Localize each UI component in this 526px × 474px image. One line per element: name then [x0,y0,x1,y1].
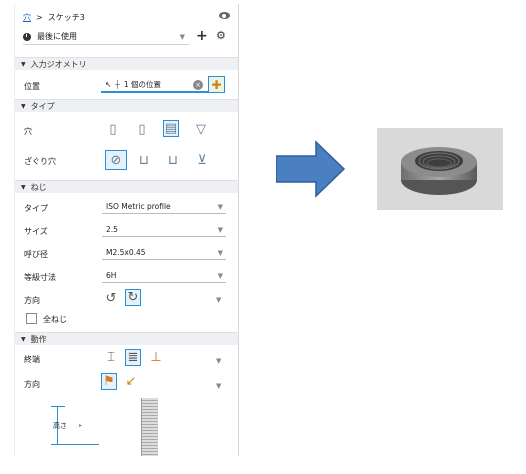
through-all-termination-icon[interactable]: ≣ [125,349,141,366]
designation-dropdown[interactable]: M2.5x0.45 ▼ [102,246,226,260]
chevron-down-icon: ▼ [217,202,223,211]
hole-preview: 高さ ▸ [39,398,158,456]
chevron-down-icon[interactable]: ▼ [216,382,221,390]
collapse-triangle-icon: ▼ [21,183,26,191]
seat-type-label: ざぐり穴 [24,157,56,166]
arrow-right-icon [276,140,346,198]
dimension-tick-bottom [51,444,99,445]
counterbore-icon[interactable]: ⊔ [136,152,152,169]
breadcrumb-separator: > [36,12,43,22]
height-label: 高さ [53,422,67,430]
section-type[interactable]: ▼ タイプ [15,99,238,112]
section-thread[interactable]: ▼ ねじ [15,180,238,193]
thread-type-value: ISO Metric profile [106,202,171,211]
termination-label: 終端 [24,355,40,364]
designation-label: 呼び径 [24,250,48,259]
taper-tapped-hole-icon[interactable]: ▽ [193,121,209,138]
breadcrumb: 穴 > スケッチ3 [23,11,85,23]
collapse-triangle-icon: ▼ [21,60,26,68]
chevron-down-icon[interactable]: ▼ [216,296,221,304]
hole-dialog-panel: 穴 > スケッチ3 最後に使用 ▼ + ⚙ ▼ 入力ジオメトリ 位置 ↖ ┼ 1… [14,4,239,456]
clock-icon [23,32,31,41]
class-value: 6H [106,271,117,280]
dimension-tick-top [51,406,65,407]
breadcrumb-hole-link[interactable]: 穴 [23,12,31,23]
clearance-hole-icon[interactable]: ▯ [134,121,150,138]
chevron-down-icon: ▼ [179,32,185,41]
cursor-icon: ↖ [105,80,112,89]
section-thread-title: ねじ [30,182,47,192]
position-label: 位置 [24,82,40,91]
thread-type-label: タイプ [24,204,48,213]
chevron-down-icon: ▼ [217,271,223,280]
gear-icon[interactable]: ⚙ [216,29,226,42]
right-hand-thread-icon[interactable]: ↻ [125,289,141,306]
section-behavior[interactable]: ▼ 動作 [15,332,238,345]
section-input-geometry[interactable]: ▼ 入力ジオメトリ [15,57,238,70]
tapped-hole-result-thumbnail [377,128,503,210]
full-thread-label: 全ねじ [43,315,67,324]
chevron-down-icon[interactable]: ▼ [216,357,221,365]
preset-label: 最後に使用 [37,32,77,41]
no-seat-icon[interactable]: ⊘ [105,150,127,170]
collapse-triangle-icon: ▼ [21,102,26,110]
clear-selection-icon[interactable]: × [193,80,203,90]
expand-arrow-icon[interactable]: ▸ [79,422,82,429]
breadcrumb-current: スケッチ3 [47,12,85,22]
chevron-down-icon: ▼ [217,248,223,257]
thread-size-dropdown[interactable]: 2.5 ▼ [102,223,226,237]
class-label: 等級寸法 [24,273,56,282]
crosshair-icon: ┼ [115,80,120,89]
thread-size-value: 2.5 [106,225,118,234]
section-behavior-title: 動作 [30,334,47,344]
to-face-termination-icon[interactable]: ⊥ [148,349,164,366]
left-hand-thread-icon[interactable]: ↺ [103,290,119,307]
flip-direction-icon[interactable]: ↙ [123,373,139,390]
chevron-down-icon: ▼ [217,225,223,234]
position-value: 1 個の位置 [123,80,161,89]
preset-dropdown[interactable]: 最後に使用 ▼ [23,29,189,45]
section-input-geometry-title: 入力ジオメトリ [30,59,87,69]
default-direction-icon[interactable]: ⚑ [101,373,117,390]
hole-type-label: 穴 [24,127,32,136]
class-dropdown[interactable]: 6H ▼ [102,269,226,283]
thread-size-label: サイズ [24,227,48,236]
collapse-triangle-icon: ▼ [21,335,26,343]
tapped-hole-icon[interactable]: ▤ [163,120,179,137]
designation-value: M2.5x0.45 [106,248,146,257]
distance-termination-icon[interactable]: ⌶ [103,349,119,366]
thread-graphic [141,398,158,456]
countersink-icon[interactable]: ⊻ [194,152,210,169]
position-selector[interactable]: ↖ ┼ 1 個の位置 [101,78,208,93]
spotface-icon[interactable]: ⊔ [165,152,181,169]
section-type-title: タイプ [30,101,55,111]
behavior-direction-label: 方向 [24,380,40,389]
thread-direction-label: 方向 [24,296,40,305]
add-preset-button[interactable]: + [196,28,208,44]
simple-hole-icon[interactable]: ▯ [105,121,121,138]
visibility-eye-icon[interactable] [219,12,230,19]
full-thread-checkbox[interactable] [26,313,37,324]
thread-type-dropdown[interactable]: ISO Metric profile ▼ [102,200,226,214]
add-position-icon[interactable]: ✚ [208,76,225,93]
threaded-nut-model [401,147,477,195]
